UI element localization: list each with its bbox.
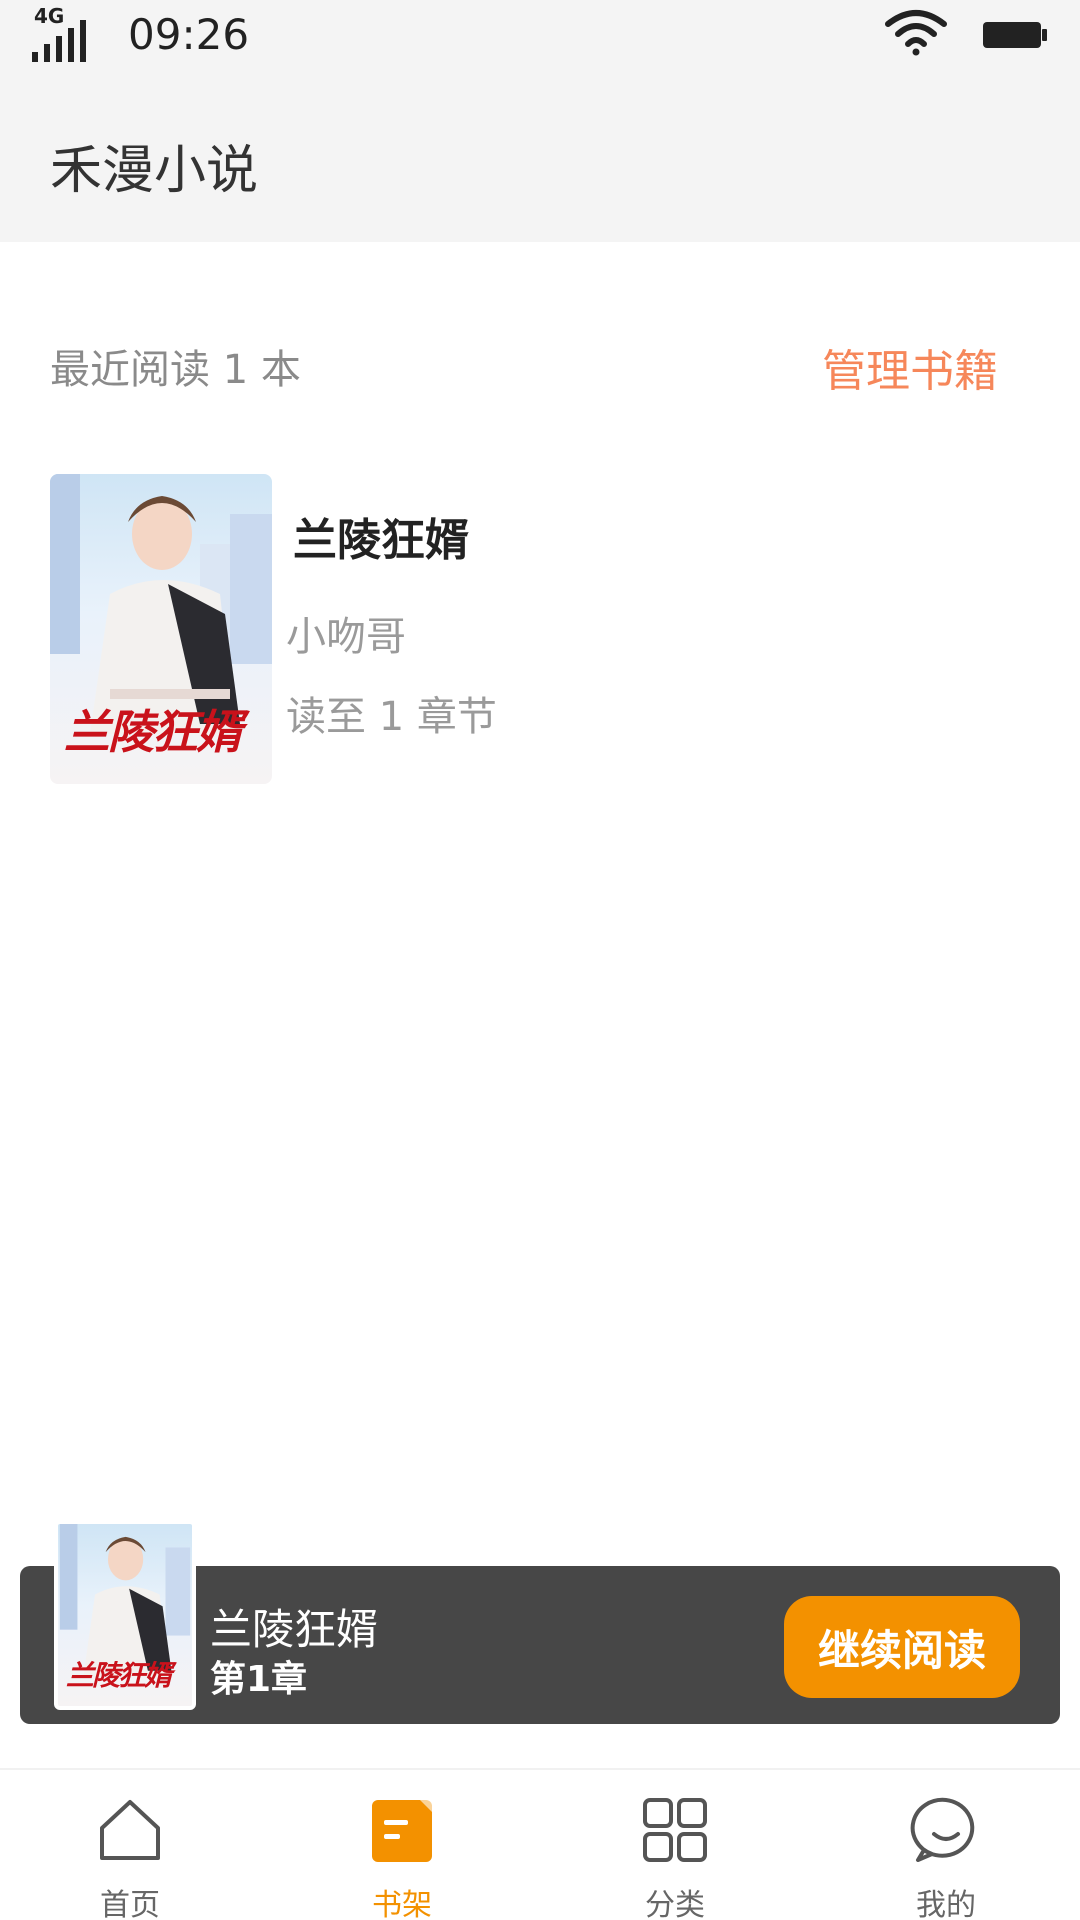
wifi-icon — [885, 10, 947, 56]
continue-book-title: 兰陵狂婿 — [210, 1605, 379, 1654]
tab-label-bookshelf: 书架 — [372, 1888, 432, 1920]
tab-bookshelf[interactable]: 书架 — [302, 1770, 502, 1920]
book-author: 小吻哥 — [286, 614, 406, 660]
app-header: 禾漫小说 — [0, 72, 1080, 242]
tab-label-home: 首页 — [100, 1888, 160, 1920]
recent-reading-row: 最近阅读 1 本 管理书籍 — [0, 242, 1080, 442]
manage-books-button[interactable]: 管理书籍 — [822, 335, 998, 399]
recent-count-label: 最近阅读 1 本 — [50, 347, 301, 393]
tab-label-category: 分类 — [645, 1888, 705, 1920]
chat-profile-icon — [910, 1797, 975, 1862]
bookshelf-icon — [372, 1800, 432, 1862]
tab-profile[interactable]: 我的 — [846, 1770, 1046, 1920]
continue-reading-button[interactable]: 继续阅读 — [784, 1596, 1020, 1698]
status-bar: 4G 09:26 — [0, 0, 1080, 72]
category-grid-icon — [643, 1798, 707, 1862]
signal-icon — [32, 20, 86, 62]
home-icon — [100, 1800, 160, 1860]
app-title: 禾漫小说 — [50, 141, 259, 201]
status-time: 09:26 — [128, 10, 250, 59]
tab-home[interactable]: 首页 — [30, 1770, 230, 1920]
tab-category[interactable]: 分类 — [575, 1770, 775, 1920]
battery-icon — [983, 22, 1047, 48]
continue-chapter: 第1章 — [210, 1659, 308, 1700]
tab-label-profile: 我的 — [916, 1888, 976, 1920]
bottom-tab-bar: 首页 书架 分类 我的 — [0, 1768, 1080, 1920]
book-cover[interactable]: 兰陵狂婿 — [50, 474, 272, 784]
book-card[interactable]: 兰陵狂婿 兰陵狂婿 小吻哥 读至 1 章节 — [50, 474, 1030, 784]
book-title: 兰陵狂婿 — [293, 515, 469, 566]
mini-book-cover[interactable]: 兰陵狂婿 — [54, 1520, 196, 1710]
mini-cover-title-art: 兰陵狂婿 — [66, 1659, 172, 1692]
cover-title-art: 兰陵狂婿 — [64, 705, 242, 759]
bookshelf-screen: 4G 09:26 禾漫小说 最近阅读 1 本 管理书籍 兰陵狂婿 兰陵狂婿 小吻… — [0, 0, 1080, 1920]
reading-progress: 读至 1 章节 — [286, 694, 497, 740]
